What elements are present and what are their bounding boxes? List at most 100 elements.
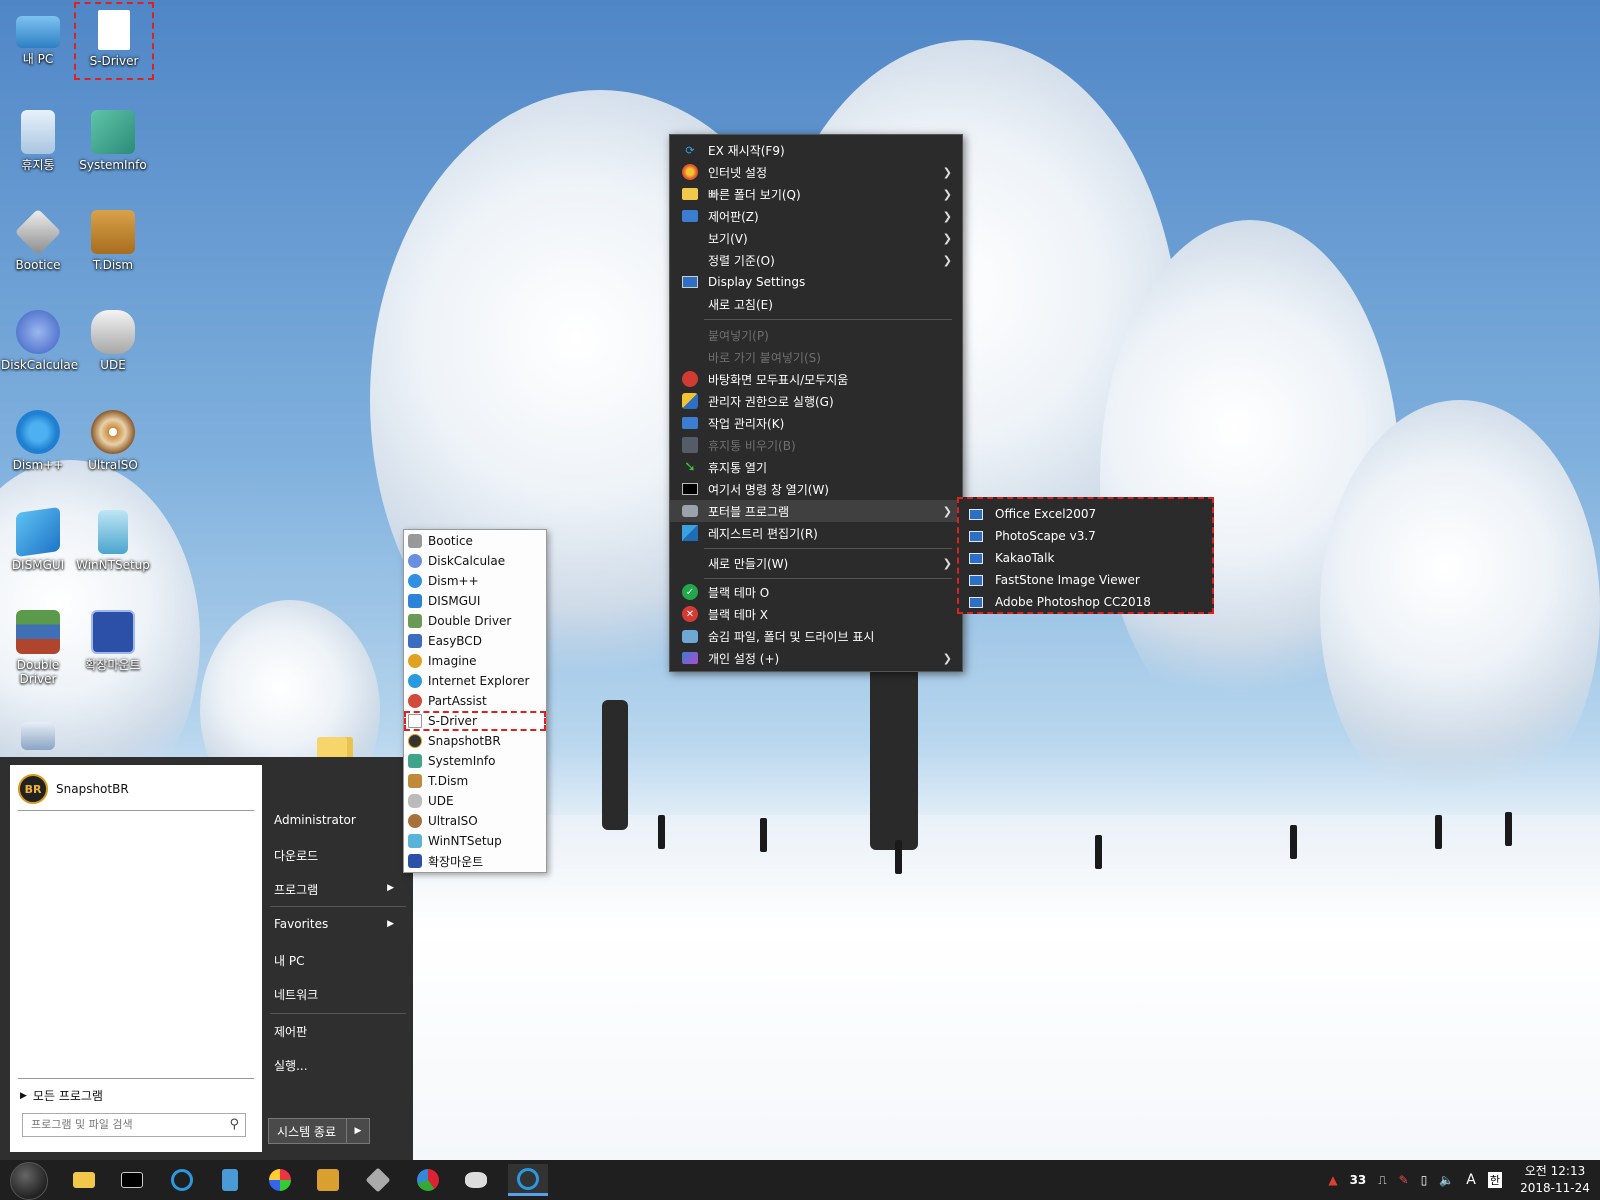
taskbar-ude[interactable]	[460, 1164, 492, 1196]
desktop-icon-s-driver[interactable]: S-Driver	[74, 2, 154, 80]
program-item-systeminfo[interactable]: SystemInfo	[404, 751, 546, 771]
menu-item-registry-editor[interactable]: 레지스트리 편집기(R)	[670, 522, 962, 544]
program-item-snapshotbr[interactable]: SnapshotBR	[404, 731, 546, 751]
taskbar-file-explorer[interactable]	[68, 1164, 100, 1196]
taskbar-clock[interactable]: 오전 12:13 2018-11-24	[1520, 1163, 1590, 1197]
menu-item-view[interactable]: 보기(V) ❯	[670, 227, 962, 249]
network-icon[interactable]: ⎍	[1378, 1173, 1386, 1188]
start-item-favorites[interactable]: Favorites ▶	[274, 917, 404, 931]
tray-number[interactable]: 33	[1350, 1173, 1367, 1187]
ime-mode[interactable]: A	[1466, 1172, 1476, 1188]
pinned-program-snapshotbr[interactable]: BR SnapshotBR	[18, 773, 129, 805]
start-item-control-panel[interactable]: 제어판	[274, 1023, 404, 1040]
menu-item-task-manager[interactable]: 작업 관리자(K)	[670, 412, 962, 434]
desktop-icon-dismpp[interactable]: Dism++	[1, 410, 75, 472]
desktop-icon-systeminfo[interactable]: SystemInfo	[76, 110, 150, 172]
start-item-downloads[interactable]: 다운로드	[274, 847, 404, 864]
menu-item-display-settings[interactable]: Display Settings	[670, 271, 962, 293]
portable-item-office-excel[interactable]: Office Excel2007	[959, 503, 1212, 525]
start-button[interactable]	[10, 1162, 48, 1200]
hidden-files-icon	[682, 629, 698, 643]
start-item-network[interactable]: 네트워크	[274, 986, 404, 1003]
start-search-box[interactable]: ⚲	[22, 1113, 246, 1137]
taskbar-internet-explorer-active[interactable]	[508, 1164, 548, 1196]
portable-item-kakaotalk[interactable]: KakaoTalk	[959, 547, 1212, 569]
menu-item-black-theme-on[interactable]: ✓ 블랙 테마 O	[670, 581, 962, 603]
taskbar-command-prompt[interactable]	[116, 1164, 148, 1196]
bootice-icon	[14, 208, 62, 256]
program-item-easybcd[interactable]: EasyBCD	[404, 631, 546, 651]
program-item-expand-mount[interactable]: 확장마운트	[404, 851, 546, 871]
portable-programs-submenu: Office Excel2007 PhotoScape v3.7 KakaoTa…	[957, 497, 1214, 614]
taskbar-partassist[interactable]	[412, 1164, 444, 1196]
desktop-icon-winntsetup[interactable]: WinNTSetup	[76, 510, 150, 572]
desktop-icon-my-pc[interactable]: 내 PC	[1, 10, 75, 66]
desktop-icon-diskcalculae[interactable]: DiskCalculae	[1, 310, 78, 372]
desktop-icon-ude[interactable]: UDE	[76, 310, 150, 372]
program-item-bootice[interactable]: Bootice	[404, 531, 546, 551]
program-item-double-driver[interactable]: Double Driver	[404, 611, 546, 631]
program-item-diskcalculae[interactable]: DiskCalculae	[404, 551, 546, 571]
menu-item-paste-shortcut: 바로 가기 붙여넣기(S)	[670, 346, 962, 368]
volume-icon[interactable]: 🔈	[1439, 1173, 1454, 1187]
shutdown-button[interactable]: 시스템 종료 ▶	[268, 1118, 370, 1144]
tdism-icon	[408, 774, 422, 788]
menu-item-black-theme-off[interactable]: ✕ 블랙 테마 X	[670, 603, 962, 625]
desktop-icon-bootice[interactable]: Bootice	[1, 208, 75, 272]
menu-item-internet-settings[interactable]: 인터넷 설정 ❯	[670, 161, 962, 183]
chevron-right-icon: ❯	[942, 651, 952, 665]
start-item-programs[interactable]: 프로그램 ▶	[274, 881, 404, 898]
paint-tray-icon[interactable]: ✎	[1399, 1173, 1409, 1187]
desktop-icon-expand-mount[interactable]: 확장마운트	[76, 610, 150, 672]
menu-item-show-hidden-files[interactable]: 숨김 파일, 폴더 및 드라이브 표시	[670, 625, 962, 647]
start-item-run[interactable]: 실행...	[274, 1057, 404, 1074]
desktop-icon-double-driver[interactable]: Double Driver	[1, 610, 75, 686]
program-item-dismpp[interactable]: Dism++	[404, 571, 546, 591]
rufus-icon	[317, 1169, 339, 1191]
menu-item-sort-by[interactable]: 정렬 기준(O) ❯	[670, 249, 962, 271]
start-item-my-pc[interactable]: 내 PC	[274, 952, 404, 969]
portable-item-photoshop[interactable]: Adobe Photoshop CC2018	[959, 591, 1212, 613]
portable-item-faststone[interactable]: FastStone Image Viewer	[959, 569, 1212, 591]
menu-item-desktop-toggle[interactable]: 바탕화면 모두표시/모두지움	[670, 368, 962, 390]
desktop-icon-ultraiso[interactable]: UltraISO	[76, 410, 150, 472]
chevron-right-icon[interactable]: ▶	[346, 1119, 369, 1143]
start-item-administrator[interactable]: Administrator	[274, 813, 404, 827]
menu-item-run-as-admin[interactable]: 관리자 권한으로 실행(G)	[670, 390, 962, 412]
taskbar-bootice[interactable]	[362, 1164, 394, 1196]
program-item-internet-explorer[interactable]: Internet Explorer	[404, 671, 546, 691]
program-item-tdism[interactable]: T.Dism	[404, 771, 546, 791]
menu-item-new[interactable]: 새로 만들기(W) ❯	[670, 552, 962, 574]
program-item-s-driver[interactable]: S-Driver	[404, 711, 546, 731]
menu-item-open-recycle-bin[interactable]: ➘ 휴지통 열기	[670, 456, 962, 478]
taskbar-rufus[interactable]	[312, 1164, 344, 1196]
desktop-icon-recycle-bin[interactable]: 휴지통	[1, 110, 75, 172]
program-item-winntsetup[interactable]: WinNTSetup	[404, 831, 546, 851]
taskbar-internet-explorer[interactable]	[166, 1164, 198, 1196]
search-input[interactable]	[23, 1114, 229, 1134]
search-icon[interactable]: ⚲	[229, 1117, 239, 1132]
desktop-icon-partial[interactable]	[1, 722, 75, 754]
taskbar-paint[interactable]	[264, 1164, 296, 1196]
program-item-imagine[interactable]: Imagine	[404, 651, 546, 671]
menu-item-ex-restart[interactable]: ⟳ EX 재시작(F9)	[670, 139, 962, 161]
menu-item-control-panel[interactable]: 제어판(Z) ❯	[670, 205, 962, 227]
usb-drive-icon[interactable]: ▯	[1421, 1173, 1428, 1187]
desktop-icon-tdism[interactable]: T.Dism	[76, 210, 150, 272]
program-item-ude[interactable]: UDE	[404, 791, 546, 811]
menu-item-refresh[interactable]: 새로 고침(E)	[670, 293, 962, 315]
expand-icon	[91, 610, 135, 654]
desktop-icon-dismgui[interactable]: DISMGUI	[1, 506, 75, 572]
menu-item-cmd-here[interactable]: 여기서 명령 창 열기(W)	[670, 478, 962, 500]
menu-item-personalize[interactable]: 개인 설정 (+) ❯	[670, 647, 962, 669]
program-item-partassist[interactable]: PartAssist	[404, 691, 546, 711]
program-item-dismgui[interactable]: DISMGUI	[404, 591, 546, 611]
program-item-ultraiso[interactable]: UltraISO	[404, 811, 546, 831]
taskbar-notepad[interactable]	[214, 1164, 246, 1196]
tray-arrow-icon[interactable]: ▲	[1328, 1173, 1337, 1187]
menu-item-quick-folder[interactable]: 빠른 폴더 보기(Q) ❯	[670, 183, 962, 205]
menu-item-portable-programs[interactable]: 포터블 프로그램 ❯	[670, 500, 962, 522]
language-indicator[interactable]: 한	[1487, 1172, 1502, 1188]
portable-item-photoscape[interactable]: PhotoScape v3.7	[959, 525, 1212, 547]
all-programs-button[interactable]: ▶ 모든 프로그램	[20, 1087, 103, 1104]
